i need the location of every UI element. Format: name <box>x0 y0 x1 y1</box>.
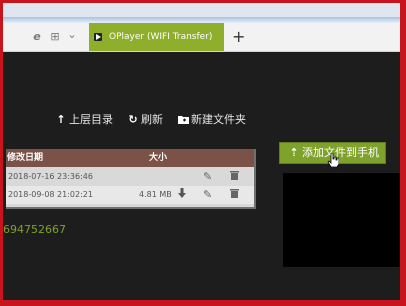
oplayer-favicon-icon <box>94 33 102 41</box>
parent-directory-button[interactable]: ↑ 上层目录 <box>55 113 113 127</box>
edge-logo-icon[interactable]: e <box>32 28 42 46</box>
row-date: 2018-07-16 23:36:46 <box>8 172 93 181</box>
column-size[interactable]: 大小 <box>149 149 167 167</box>
folder-plus-icon <box>177 113 189 127</box>
refresh-label: 刷新 <box>141 113 163 126</box>
table-row[interactable]: 2018-07-16 23:36:46 ✎ <box>6 168 254 186</box>
tab-title: OPlayer (WIFI Transfer) <box>109 32 213 42</box>
row-date: 2018-09-08 21:02:21 <box>8 190 93 199</box>
preview-panel <box>283 173 400 267</box>
new-folder-label: 新建文件夹 <box>191 113 246 126</box>
download-icon[interactable] <box>178 186 186 204</box>
back-icon[interactable] <box>15 8 29 26</box>
edit-icon[interactable]: ✎ <box>203 186 212 204</box>
edit-icon[interactable]: ✎ <box>203 168 212 186</box>
new-folder-button[interactable]: 新建文件夹 <box>177 113 246 127</box>
column-date[interactable]: 修改日期 <box>7 149 43 167</box>
table-row[interactable]: 2018-09-08 21:02:21 4.81 MB ✎ <box>6 186 254 204</box>
refresh-button[interactable]: ↻ 刷新 <box>127 113 163 127</box>
tab-grid-icon[interactable]: ⊞ <box>49 28 61 46</box>
file-table: 修改日期 大小 2018-07-16 23:36:46 ✎ 2018-09-08… <box>6 149 256 209</box>
chevron-down-icon[interactable]: ⌄ <box>67 26 77 44</box>
arrow-up-icon: ↑ <box>56 113 66 126</box>
trash-icon[interactable] <box>230 168 239 186</box>
add-files-label: 添加文件到手机 <box>302 146 379 159</box>
tab-oplayer[interactable]: OPlayer (WIFI Transfer) <box>89 23 224 51</box>
table-header: 修改日期 大小 <box>6 149 254 167</box>
address-text: 694752667 <box>3 223 66 236</box>
new-tab-button[interactable]: + <box>232 28 245 46</box>
window-top-strip <box>3 3 400 23</box>
refresh-icon: ↻ <box>128 113 138 126</box>
row-size: 4.81 MB <box>139 190 172 199</box>
hand-cursor-icon <box>327 153 339 167</box>
upload-icon: ⇡ <box>289 146 299 159</box>
trash-icon[interactable] <box>230 186 239 204</box>
browser-window: e ⊞ ⌄ OPlayer (WIFI Transfer) + ↑ 上层目录 ↻ 刷… <box>3 3 400 300</box>
parent-directory-label: 上层目录 <box>69 113 113 126</box>
